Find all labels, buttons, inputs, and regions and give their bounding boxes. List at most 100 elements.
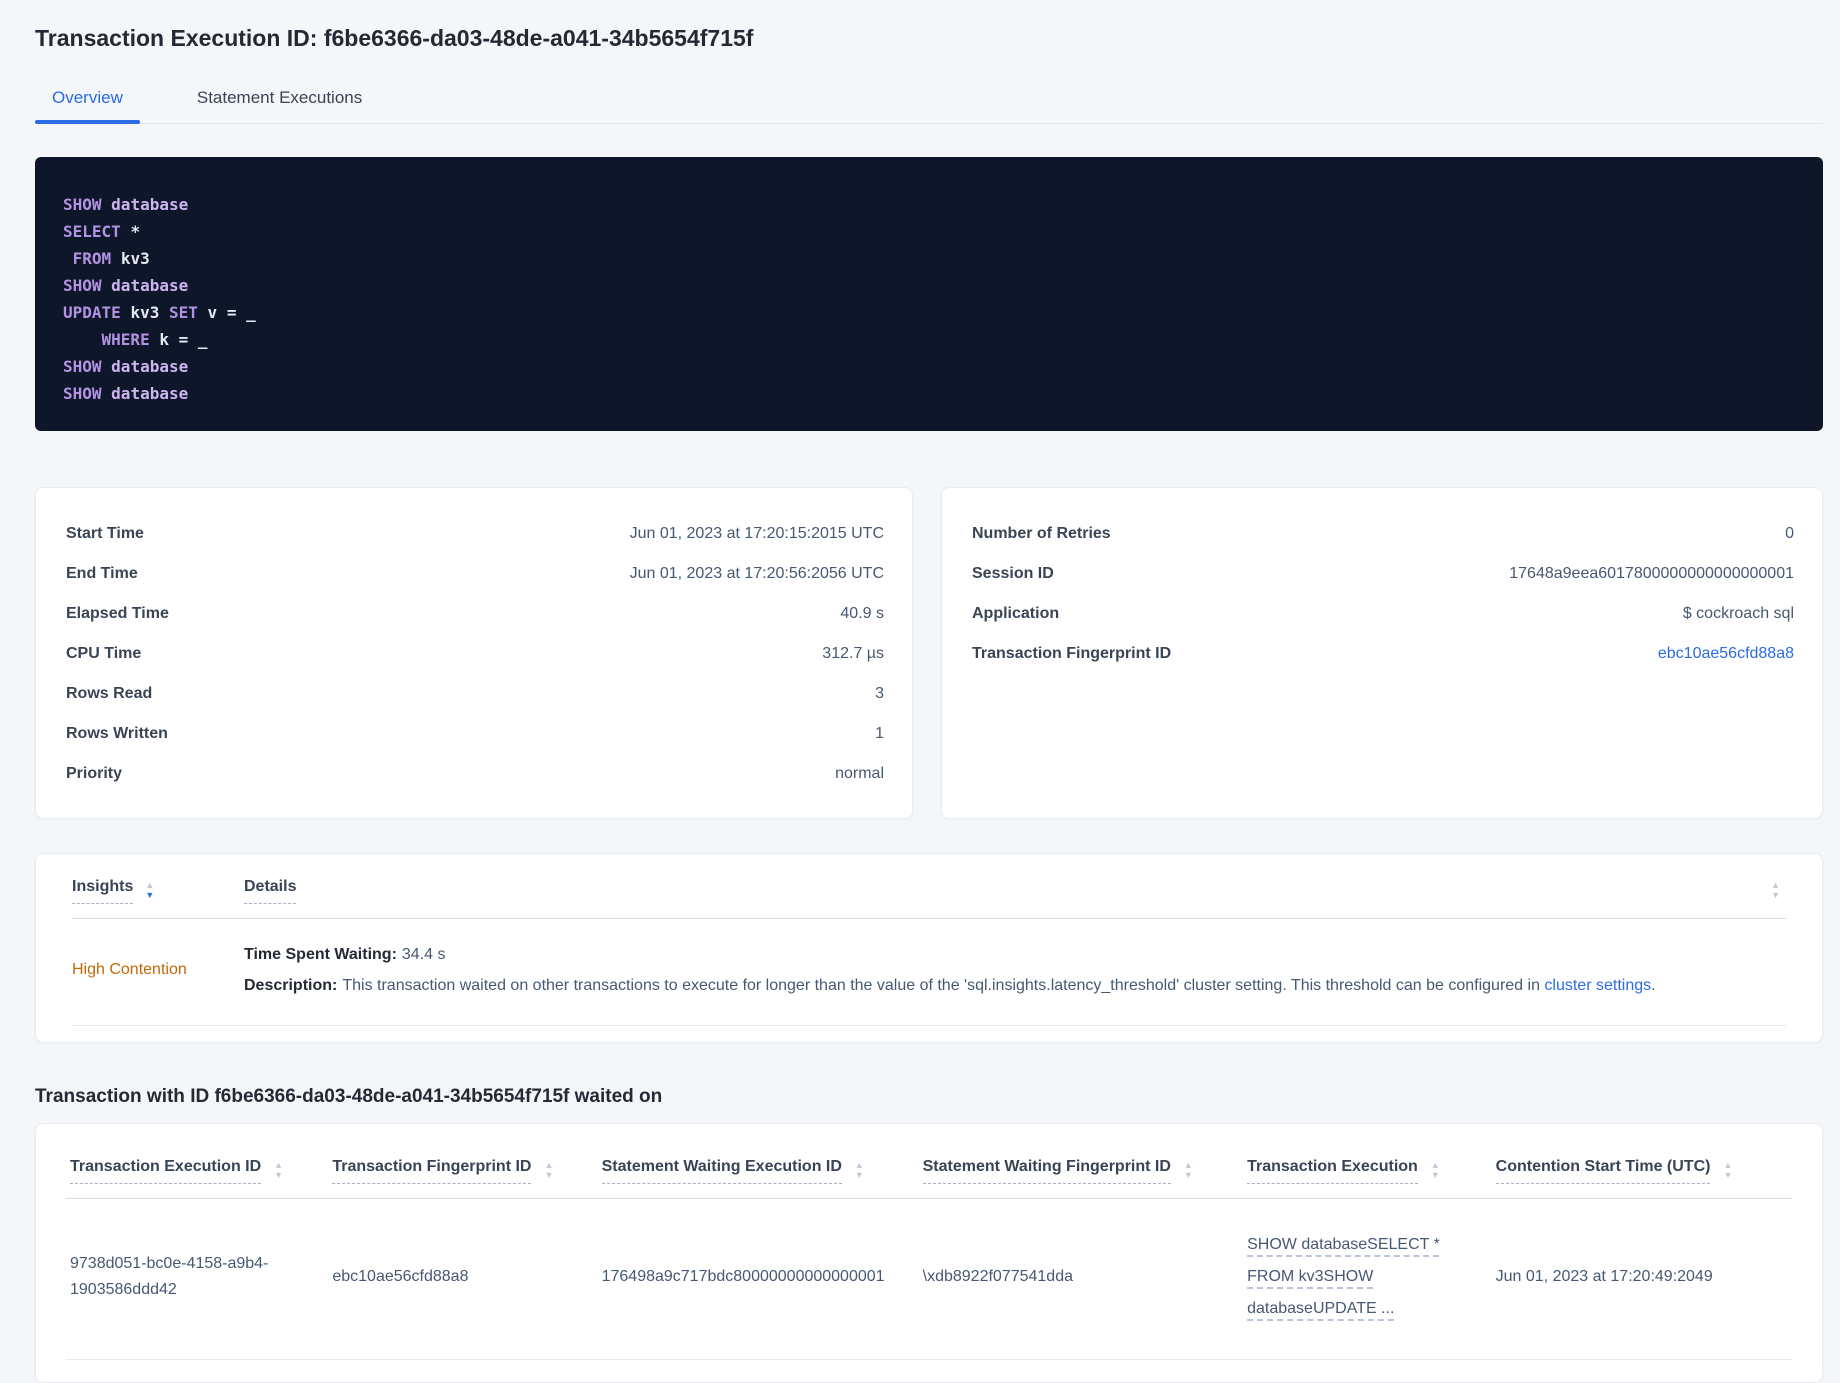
sql-line: SHOW database <box>63 380 1795 407</box>
session-details-card: Number of Retries 0 Session ID 17648a9eea60… <box>941 487 1823 819</box>
tab-overview[interactable]: Overview <box>35 78 140 124</box>
rows-read-value: 3 <box>875 685 884 702</box>
sort-arrows-icon[interactable]: ▲ ▼ <box>1431 1161 1440 1180</box>
insight-type-badge: High Contention <box>72 961 187 978</box>
sql-line: SELECT * <box>63 218 1795 245</box>
sql-statements-box: SHOW database SELECT * FROM kv3 SHOW datab… <box>35 157 1823 431</box>
sort-arrows-icon[interactable]: ▲ ▼ <box>1771 881 1780 900</box>
sort-arrows-icon[interactable]: ▲ ▼ <box>1723 1160 1733 1180</box>
cluster-settings-link[interactable]: cluster settings <box>1544 977 1651 994</box>
column-header-statement-waiting-execution-id[interactable]: Statement Waiting Execution ID ▲ ▼ <box>597 1140 919 1199</box>
sort-desc-icon: ▼ <box>1771 890 1780 900</box>
application-label: Application <box>972 605 1060 622</box>
description-suffix: . <box>1651 977 1656 994</box>
column-header-statement-waiting-fingerprint-id[interactable]: Statement Waiting Fingerprint ID ▲ ▼ <box>918 1140 1244 1199</box>
sort-arrows-icon[interactable]: ▲ ▼ <box>1183 1160 1193 1180</box>
sql-line: SHOW database <box>63 272 1795 299</box>
sql-line: FROM kv3 <box>63 245 1795 272</box>
sort-desc-icon: ▼ <box>1183 1170 1193 1180</box>
sql-line: UPDATE kv3 SET v = _ <box>63 299 1795 326</box>
contention-start-time-cell: Jun 01, 2023 at 17:20:49:2049 <box>1491 1198 1792 1360</box>
transaction-fingerprint-id-value[interactable]: ebc10ae56cfd88a8 <box>1658 645 1794 663</box>
column-header-transaction-execution[interactable]: Transaction Execution ▲ ▼ <box>1243 1140 1492 1199</box>
sql-line: WHERE k = _ <box>63 326 1795 353</box>
waited-on-table-body: 9738d051-bc0e-4158-a9b4-1903586ddd42 ebc1… <box>66 1198 1792 1360</box>
sort-desc-icon: ▼ <box>544 1170 554 1180</box>
sql-line: SHOW database <box>63 353 1795 380</box>
column-header-contention-start-time-utc[interactable]: Contention Start Time (UTC) ▲ ▼ <box>1491 1140 1792 1199</box>
sql-token: SHOW <box>63 357 102 376</box>
sort-desc-icon: ▼ <box>145 890 155 900</box>
sort-asc-icon: ▲ <box>1183 1160 1193 1170</box>
sql-token: SHOW <box>63 384 102 403</box>
sql-token: WHERE <box>101 330 150 349</box>
sql-token: kv3 <box>130 303 160 322</box>
insight-details: Time Spent Waiting: 34.4 s Description: Th… <box>244 939 1786 1001</box>
sort-arrows-icon[interactable]: ▲ ▼ <box>855 1161 864 1180</box>
insight-waiting-line: Time Spent Waiting: 34.4 s <box>244 939 1786 970</box>
statement-waiting-execution-id-cell: 176498a9c717bdc80000000000000001 <box>597 1198 919 1360</box>
column-header-inner: Transaction Execution ▲ ▼ <box>1247 1158 1478 1184</box>
elapsed-time-value: 40.9 s <box>840 605 884 622</box>
end-time-label: End Time <box>66 565 138 582</box>
insights-table-header: Insights ▲ ▼ Details ▲ ▼ <box>72 878 1786 919</box>
waited-on-heading: Transaction with ID f6be6366-da03-48de-a… <box>35 1086 663 1107</box>
sql-token: v <box>207 303 218 322</box>
summary-row-session-id: Session ID 17648a9eea60178000000000000000… <box>972 554 1794 594</box>
priority-label: Priority <box>66 765 123 782</box>
sort-arrows-icon[interactable]: ▲ ▼ <box>544 1161 554 1180</box>
sql-token: k <box>159 330 169 349</box>
transaction-fingerprint-id-cell: ebc10ae56cfd88a8 <box>328 1198 598 1360</box>
description-label: Description: <box>244 977 338 994</box>
sql-token: = <box>226 303 237 322</box>
page-title: Transaction Execution ID: f6be6366-da03-… <box>35 25 754 51</box>
summary-cards-row: Start Time Jun 01, 2023 at 17:20:15:2015 … <box>35 487 1823 819</box>
column-header-label: Transaction Fingerprint ID <box>332 1158 532 1184</box>
column-header-details[interactable]: Details <box>244 878 297 904</box>
waited-on-table: Transaction Execution ID ▲ ▼ Transaction Fi… <box>66 1140 1792 1360</box>
summary-row-rows-written: Rows Written 1 <box>66 714 884 754</box>
session-id-label: Session ID <box>972 565 1054 582</box>
column-header-transaction-execution-id[interactable]: Transaction Execution ID ▲ ▼ <box>66 1140 329 1199</box>
sort-arrows-icon[interactable]: ▲ ▼ <box>274 1161 284 1180</box>
insight-row: High Contention Time Spent Waiting: 34.4 … <box>72 919 1786 1026</box>
cpu-time-label: CPU Time <box>66 645 142 662</box>
priority-value: normal <box>835 765 884 782</box>
transaction-details-page: Transaction Execution ID: f6be6366-da03-… <box>35 24 1823 1383</box>
column-header-transaction-fingerprint-id[interactable]: Transaction Fingerprint ID ▲ ▼ <box>328 1140 598 1199</box>
cpu-time-value: 312.7 µs <box>822 645 884 662</box>
statement-waiting-fingerprint-id-cell: \xdb8922f077541dda <box>918 1198 1244 1360</box>
tab-bar: Overview Statement Executions <box>35 78 1823 124</box>
transaction-execution-link[interactable]: SHOW databaseSELECT * FROM kv3SHOW datab… <box>1247 1236 1440 1317</box>
column-header-inner: Transaction Execution ID ▲ ▼ <box>70 1158 314 1184</box>
tab-statement-executions[interactable]: Statement Executions <box>180 78 379 123</box>
session-id-value: 17648a9eea6017800000000000000001 <box>1509 565 1794 582</box>
summary-row-transaction-fingerprint-id: Transaction Fingerprint ID ebc10ae56cfd88… <box>972 634 1794 674</box>
column-header-label: Statement Waiting Execution ID <box>601 1158 842 1184</box>
sort-asc-icon: ▲ <box>1723 1160 1733 1170</box>
description-text: This transaction waited on other transac… <box>342 977 1545 994</box>
summary-row-application: Application $ cockroach sql <box>972 594 1794 634</box>
waiting-time-value: 34.4 s <box>401 946 446 963</box>
summary-row-elapsed-time: Elapsed Time 40.9 s <box>66 594 884 634</box>
rows-read-label: Rows Read <box>66 685 153 702</box>
summary-row-priority: Priority normal <box>66 754 884 794</box>
sort-arrows-icon[interactable]: ▲ ▼ <box>145 881 155 900</box>
waiting-time-label: Time Spent Waiting: <box>244 946 397 963</box>
transaction-execution-id-cell: 9738d051-bc0e-4158-a9b4-1903586ddd42 <box>66 1198 329 1360</box>
number-of-retries-value: 0 <box>1785 525 1794 542</box>
transaction-fingerprint-id-label: Transaction Fingerprint ID <box>972 645 1172 662</box>
sql-token: database <box>111 195 189 214</box>
column-header-insights[interactable]: Insights <box>72 878 134 904</box>
sort-desc-icon: ▼ <box>274 1170 284 1180</box>
elapsed-time-label: Elapsed Time <box>66 605 169 622</box>
sql-token: SET <box>168 303 198 322</box>
column-header-label: Statement Waiting Fingerprint ID <box>922 1158 1171 1184</box>
end-time-value: Jun 01, 2023 at 17:20:56:2056 UTC <box>629 565 884 582</box>
start-time-value: Jun 01, 2023 at 17:20:15:2015 UTC <box>629 525 884 542</box>
sort-desc-icon: ▼ <box>1723 1170 1733 1180</box>
column-header-inner: Statement Waiting Fingerprint ID ▲ ▼ <box>922 1158 1229 1184</box>
number-of-retries-label: Number of Retries <box>972 525 1111 542</box>
column-header-inner: Contention Start Time (UTC) ▲ ▼ <box>1495 1158 1778 1184</box>
rows-written-value: 1 <box>875 725 884 742</box>
